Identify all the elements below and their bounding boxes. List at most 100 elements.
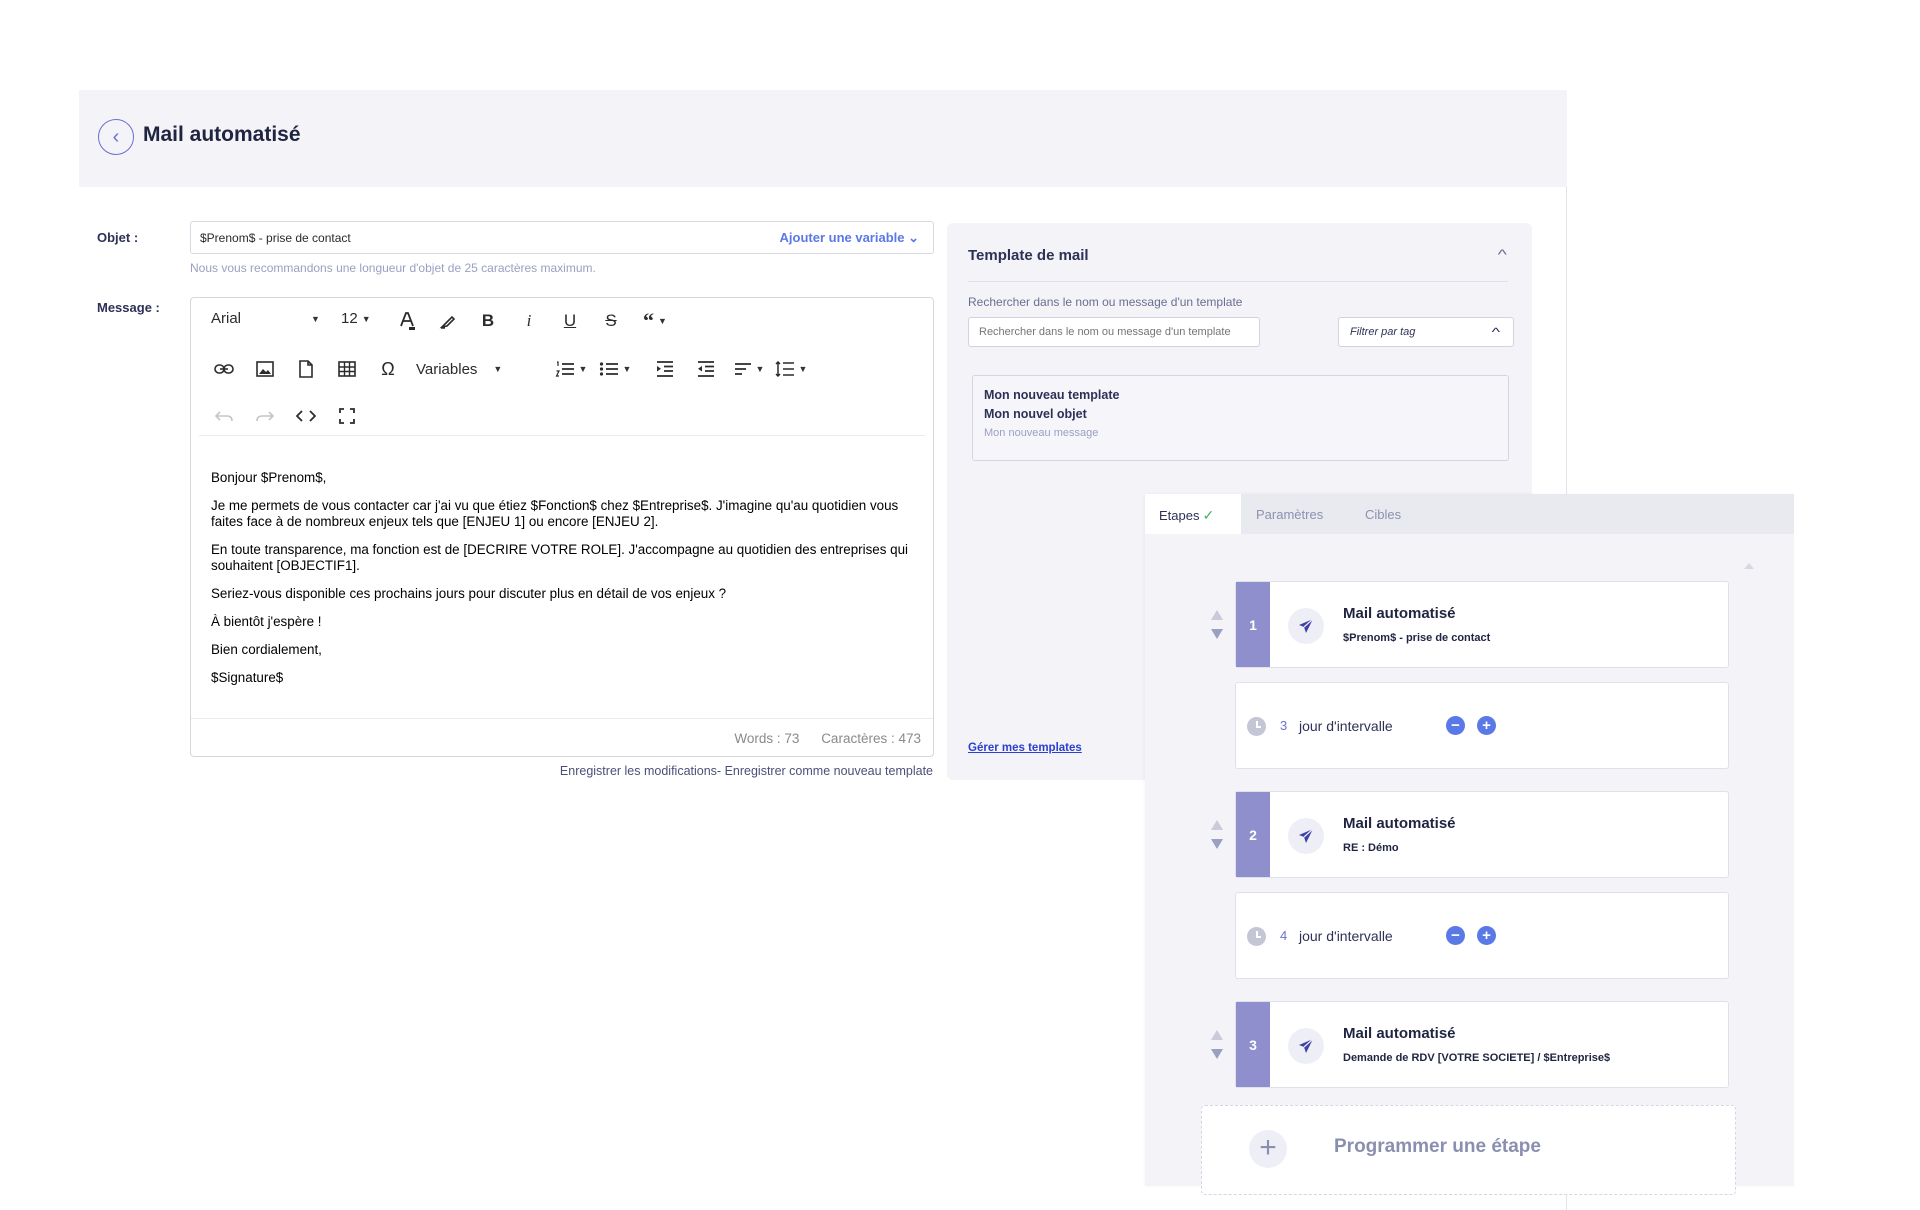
add-step-button[interactable]: + Programmer une étape (1201, 1105, 1736, 1195)
caret-down-icon: ▼ (361, 313, 371, 324)
subject-label: Objet : (97, 230, 139, 245)
step-number: 1 (1236, 582, 1270, 667)
message-body[interactable]: Bonjour $Prenom$, Je me permets de vous … (211, 470, 911, 698)
decrease-delay-button[interactable]: − (1446, 926, 1465, 945)
word-count: Words : 73 Caractères : 473 (716, 731, 921, 746)
align-icon[interactable]: ▼ (731, 356, 767, 382)
tab-parametres[interactable]: Paramètres (1256, 494, 1323, 534)
highlight-icon[interactable] (436, 308, 460, 334)
bold-icon[interactable]: B (476, 308, 500, 334)
manage-templates-link[interactable]: Gérer mes templates (968, 742, 1082, 754)
characters-count: Caractères : 473 (821, 731, 921, 746)
chevron-up-icon: ^ (1491, 325, 1501, 339)
scroll-up-icon[interactable] (1744, 563, 1754, 569)
bullet-list-icon[interactable]: ▼ (595, 356, 635, 382)
subject-input[interactable]: $Prenom$ - prise de contact Ajouter une … (190, 221, 934, 254)
arrow-up-icon[interactable] (1211, 610, 1223, 620)
document-icon[interactable] (293, 356, 319, 382)
line-height-icon[interactable]: ▼ (773, 356, 809, 382)
fullscreen-icon[interactable] (334, 403, 360, 429)
arrow-down-icon[interactable] (1211, 629, 1223, 639)
toolbar-divider (199, 435, 925, 436)
tag-filter-dropdown[interactable]: Filtrer par tag ^ (1338, 317, 1514, 347)
template-panel-title: Template de mail (968, 247, 1089, 264)
text-color-icon[interactable] (395, 308, 419, 334)
send-icon (1288, 1028, 1324, 1064)
subject-hint: Nous vous recommandons une longueur d'ob… (190, 261, 596, 275)
template-subject: Mon nouvel objet (984, 407, 1087, 421)
back-button[interactable]: ‹ (98, 119, 134, 155)
sequence-step[interactable]: 1 Mail automatisé $Prenom$ - prise de co… (1235, 581, 1729, 668)
increase-delay-button[interactable]: + (1477, 716, 1496, 735)
page-title: Mail automatisé (143, 123, 301, 146)
divider (968, 281, 1508, 282)
delay-row: 4 jour d'intervalle − + (1235, 892, 1729, 979)
underline-icon[interactable]: U (558, 308, 582, 334)
add-variable-button[interactable]: Ajouter une variable ⌄ (780, 230, 919, 246)
check-icon: ✓ (1202, 507, 1215, 523)
font-size-select[interactable]: 12 ▼ (341, 310, 385, 327)
words-count: Words : 73 (734, 731, 800, 746)
font-family-select[interactable]: Arial ▼ (211, 310, 331, 327)
delay-value: 3 (1280, 718, 1288, 733)
indent-icon[interactable] (652, 356, 678, 382)
caret-down-icon: ▼ (798, 364, 808, 374)
blockquote-icon[interactable]: “▼ (638, 308, 672, 334)
editor-status-bar: Words : 73 Caractères : 473 (191, 718, 933, 756)
caret-down-icon: ▼ (578, 364, 588, 374)
subject-value: $Prenom$ - prise de contact (200, 231, 351, 245)
step-title: Mail automatisé (1343, 605, 1456, 622)
italic-icon[interactable]: i (517, 308, 541, 334)
caret-down-icon: ▼ (493, 364, 503, 374)
table-icon[interactable] (334, 356, 360, 382)
redo-icon[interactable] (252, 403, 278, 429)
special-character-icon[interactable]: Ω (375, 356, 401, 382)
caret-down-icon: ▼ (311, 313, 320, 324)
reorder-handle[interactable] (1209, 1030, 1225, 1066)
undo-icon[interactable] (211, 403, 237, 429)
chevron-up-icon[interactable]: ^ (1498, 246, 1507, 262)
arrow-up-icon[interactable] (1211, 820, 1223, 830)
message-paragraph: Bien cordialement, (211, 642, 322, 657)
panel-header: ‹ Mail automatisé (79, 90, 1567, 187)
variables-label: Variables (416, 360, 478, 378)
reorder-handle[interactable] (1209, 610, 1225, 646)
caret-down-icon: ▼ (622, 364, 632, 374)
source-code-icon[interactable] (293, 403, 319, 429)
arrow-down-icon[interactable] (1211, 839, 1223, 849)
reorder-handle[interactable] (1209, 820, 1225, 856)
send-icon (1288, 818, 1324, 854)
caret-down-icon: ▼ (658, 316, 667, 326)
step-subject: $Prenom$ - prise de contact (1343, 632, 1491, 644)
message-paragraph: En toute transparence, ma fonction est d… (211, 542, 908, 573)
font-size-value: 12 (341, 310, 358, 327)
delay-value: 4 (1280, 928, 1288, 943)
delay-row: 3 jour d'intervalle − + (1235, 682, 1729, 769)
add-step-label: Programmer une étape (1334, 1136, 1541, 1157)
template-search-label: Rechercher dans le nom ou message d'un t… (968, 295, 1243, 309)
link-icon[interactable] (211, 356, 237, 382)
tab-label: Etapes (1159, 508, 1200, 523)
tab-etapes[interactable]: Etapes ✓ (1145, 494, 1241, 534)
increase-delay-button[interactable]: + (1477, 926, 1496, 945)
save-links[interactable]: Enregistrer les modifications- Enregistr… (560, 764, 933, 778)
template-card[interactable]: Mon nouveau template Mon nouvel objet Mo… (972, 375, 1509, 461)
decrease-delay-button[interactable]: − (1446, 716, 1465, 735)
sequence-step[interactable]: 3 Mail automatisé Demande de RDV [VOTRE … (1235, 1001, 1729, 1088)
template-search-input[interactable] (968, 317, 1260, 347)
sequence-step[interactable]: 2 Mail automatisé RE : Démo (1235, 791, 1729, 878)
image-icon[interactable] (252, 356, 278, 382)
outdent-icon[interactable] (693, 356, 719, 382)
arrow-down-icon[interactable] (1211, 1049, 1223, 1059)
arrow-up-icon[interactable] (1211, 1030, 1223, 1040)
message-paragraph: Bonjour $Prenom$, (211, 470, 327, 485)
template-name: Mon nouveau template (984, 388, 1120, 402)
chevron-left-icon: ‹ (112, 126, 120, 148)
variables-dropdown[interactable]: Variables ▼ (416, 356, 516, 382)
message-paragraph: Je me permets de vous contacter car j'ai… (211, 498, 899, 529)
message-paragraph: Seriez-vous disponible ces prochains jou… (211, 586, 727, 601)
step-title: Mail automatisé (1343, 1025, 1456, 1042)
tab-cibles[interactable]: Cibles (1365, 494, 1401, 534)
ordered-list-icon[interactable]: ▼ (551, 356, 591, 382)
strikethrough-icon[interactable]: S (599, 308, 623, 334)
